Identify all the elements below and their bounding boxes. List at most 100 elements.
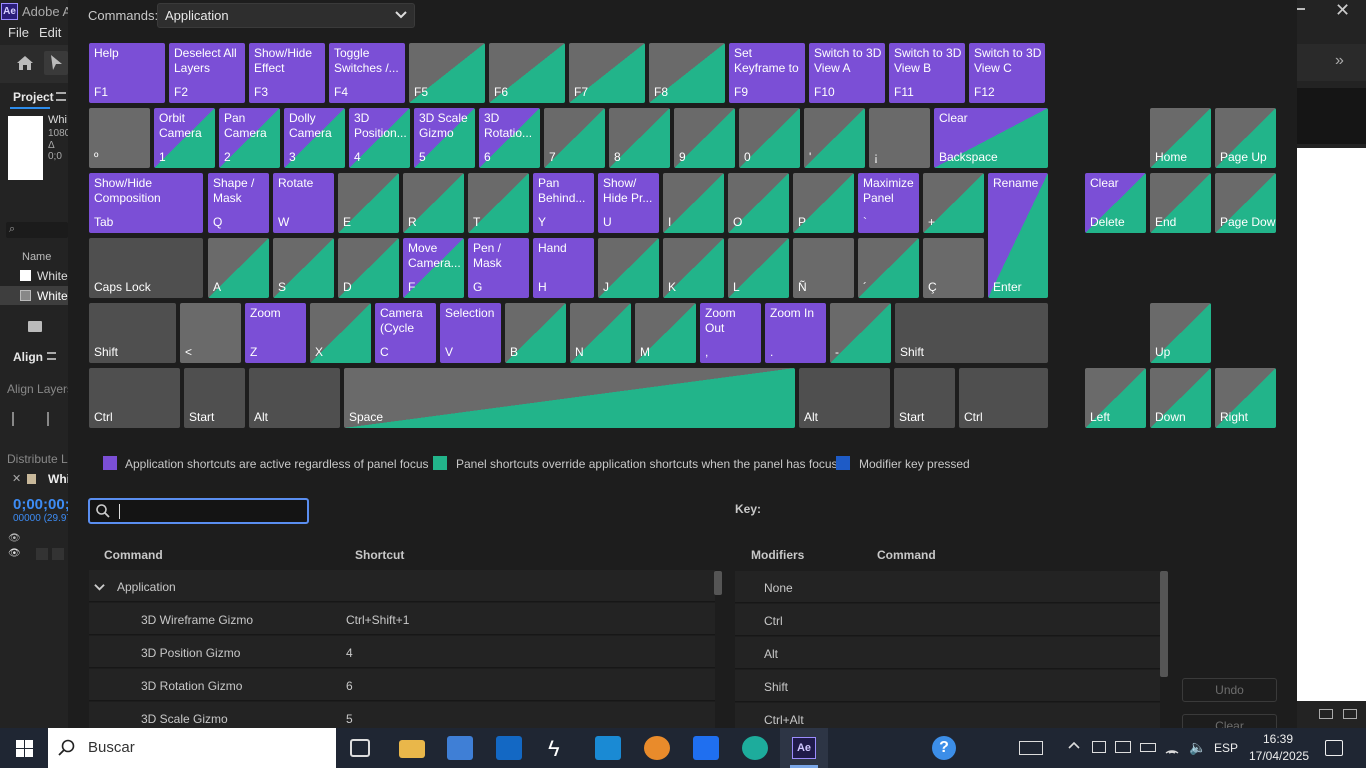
panel-menu-icon[interactable]	[56, 92, 66, 101]
key-3[interactable]: Dolly Camera 3	[284, 108, 345, 168]
layer-row[interactable]: 👁	[0, 547, 68, 562]
key-backspace[interactable]: Clear Backspace	[934, 108, 1048, 168]
key-b[interactable]: B	[505, 303, 566, 363]
key-e[interactable]: E	[338, 173, 399, 233]
clock-date[interactable]: 17/04/2025	[1249, 749, 1309, 763]
language-indicator[interactable]: ESP	[1214, 741, 1238, 755]
visibility-icon[interactable]: 👁	[8, 533, 21, 544]
command-shortcut[interactable]: Ctrl+Shift+1	[346, 613, 409, 627]
key-g[interactable]: Pen / Mask Fe... G	[468, 238, 529, 298]
comp-tab[interactable]: ✕ Whi	[10, 472, 68, 488]
key--[interactable]: +	[923, 173, 984, 233]
expand-panels-icon[interactable]: »	[1335, 52, 1344, 70]
timecode[interactable]: 0;00;00;	[13, 496, 68, 513]
menu-file[interactable]: File	[8, 25, 29, 40]
key-down[interactable]: Down	[1150, 368, 1211, 428]
key-n[interactable]: N	[570, 303, 631, 363]
key-start[interactable]: Start	[894, 368, 955, 428]
task-view-icon[interactable]	[350, 739, 370, 757]
key-left[interactable]: Left	[1085, 368, 1146, 428]
viewer-footer-icon[interactable]	[1319, 709, 1333, 719]
key-v[interactable]: Selection V	[440, 303, 501, 363]
align-tab[interactable]: Align	[13, 350, 43, 364]
key-2[interactable]: Pan Camera 2	[219, 108, 280, 168]
table-row[interactable]: 3D Scale Gizmo 5	[89, 702, 715, 728]
key-shift[interactable]: Shift	[89, 303, 176, 363]
key-4[interactable]: 3D Position... 4	[349, 108, 410, 168]
key-k[interactable]: K	[663, 238, 724, 298]
modifier-row[interactable]: None	[735, 571, 1160, 603]
key-ctrl[interactable]: Ctrl	[959, 368, 1048, 428]
align-menu-icon[interactable]	[47, 352, 56, 360]
modifier-row[interactable]: Alt	[735, 637, 1160, 669]
key--[interactable]: Ñ	[793, 238, 854, 298]
key-w[interactable]: Rotate W	[273, 173, 334, 233]
key--[interactable]: ¡	[869, 108, 930, 168]
key-a[interactable]: A	[208, 238, 269, 298]
selection-tool-icon[interactable]	[44, 51, 68, 75]
volume-icon[interactable]: 🔈	[1189, 739, 1206, 756]
key-f10[interactable]: Switch to 3D View A F10	[809, 43, 885, 103]
align-center-icon[interactable]	[47, 412, 59, 426]
minimize-icon[interactable]	[1297, 8, 1305, 10]
key-h[interactable]: Hand H	[533, 238, 594, 298]
key-f2[interactable]: Deselect All Layers F2	[169, 43, 245, 103]
taskbar-search[interactable]: Buscar	[48, 728, 336, 768]
table-row[interactable]: 3D Position Gizmo 4	[89, 636, 715, 668]
app-blue-icon[interactable]	[595, 736, 621, 760]
modifier-row[interactable]: Ctrl	[735, 604, 1160, 636]
key-6[interactable]: 3D Rotatio... 6	[479, 108, 540, 168]
key-r[interactable]: R	[403, 173, 464, 233]
wifi-icon[interactable]	[1164, 739, 1180, 760]
key-1[interactable]: Orbit Camera 1	[154, 108, 215, 168]
key-l[interactable]: L	[728, 238, 789, 298]
col-header-command[interactable]: Command	[104, 548, 163, 562]
key-m[interactable]: M	[635, 303, 696, 363]
key--[interactable]: -	[830, 303, 891, 363]
key-page-up[interactable]: Page Up	[1215, 108, 1276, 168]
key-9[interactable]: 9	[674, 108, 735, 168]
key-enter[interactable]: Rename Enter	[988, 173, 1048, 298]
key-p[interactable]: P	[793, 173, 854, 233]
key--[interactable]: Ç	[923, 238, 984, 298]
key-alt[interactable]: Alt	[799, 368, 890, 428]
key--[interactable]: ´	[858, 238, 919, 298]
folder-icon[interactable]	[28, 321, 42, 332]
key-f7[interactable]: F7	[569, 43, 645, 103]
modifier-row[interactable]: Shift	[735, 670, 1160, 702]
key-8[interactable]: 8	[609, 108, 670, 168]
key-5[interactable]: 3D Scale Gizmo 5	[414, 108, 475, 168]
key--[interactable]: Zoom Out,	[700, 303, 761, 363]
medal-icon[interactable]	[644, 736, 670, 760]
key-ctrl[interactable]: Ctrl	[89, 368, 180, 428]
command-table-scrollbar[interactable]	[714, 571, 722, 595]
eye-icon[interactable]: 👁	[8, 548, 21, 559]
group-row[interactable]: Application	[89, 570, 715, 602]
command-shortcut[interactable]: 6	[346, 679, 353, 693]
project-tab[interactable]: Project	[13, 90, 54, 104]
list-item[interactable]: White	[0, 266, 68, 285]
menu-edit[interactable]: Edit	[39, 25, 61, 40]
key-shift[interactable]: Shift	[895, 303, 1048, 363]
after-effects-taskbar-item[interactable]: Ae	[780, 728, 828, 768]
key-c[interactable]: Camera (Cycle F... C	[375, 303, 436, 363]
command-shortcut[interactable]: 4	[346, 646, 353, 660]
clear-button[interactable]: Clear	[1182, 714, 1277, 728]
key-caps-lock[interactable]: Caps Lock	[89, 238, 203, 298]
key-f12[interactable]: Switch to 3D View C F12	[969, 43, 1045, 103]
key-x[interactable]: X	[310, 303, 371, 363]
key-d[interactable]: D	[338, 238, 399, 298]
key-0[interactable]: 0	[739, 108, 800, 168]
commands-select[interactable]: Application	[157, 3, 415, 28]
key-right[interactable]: Right	[1215, 368, 1276, 428]
file-explorer-icon[interactable]	[399, 740, 425, 758]
key-f3[interactable]: Show/Hide Effect Contr... F3	[249, 43, 325, 103]
key--[interactable]: <	[180, 303, 241, 363]
col-header-key-command[interactable]: Command	[877, 548, 936, 562]
key-7[interactable]: 7	[544, 108, 605, 168]
modifier-table-scrollbar[interactable]	[1160, 571, 1168, 677]
help-icon[interactable]: ?	[932, 736, 956, 760]
key--[interactable]: º	[89, 108, 150, 168]
shortcut-search[interactable]	[88, 498, 309, 524]
viewer-footer-icon[interactable]	[1343, 709, 1357, 719]
